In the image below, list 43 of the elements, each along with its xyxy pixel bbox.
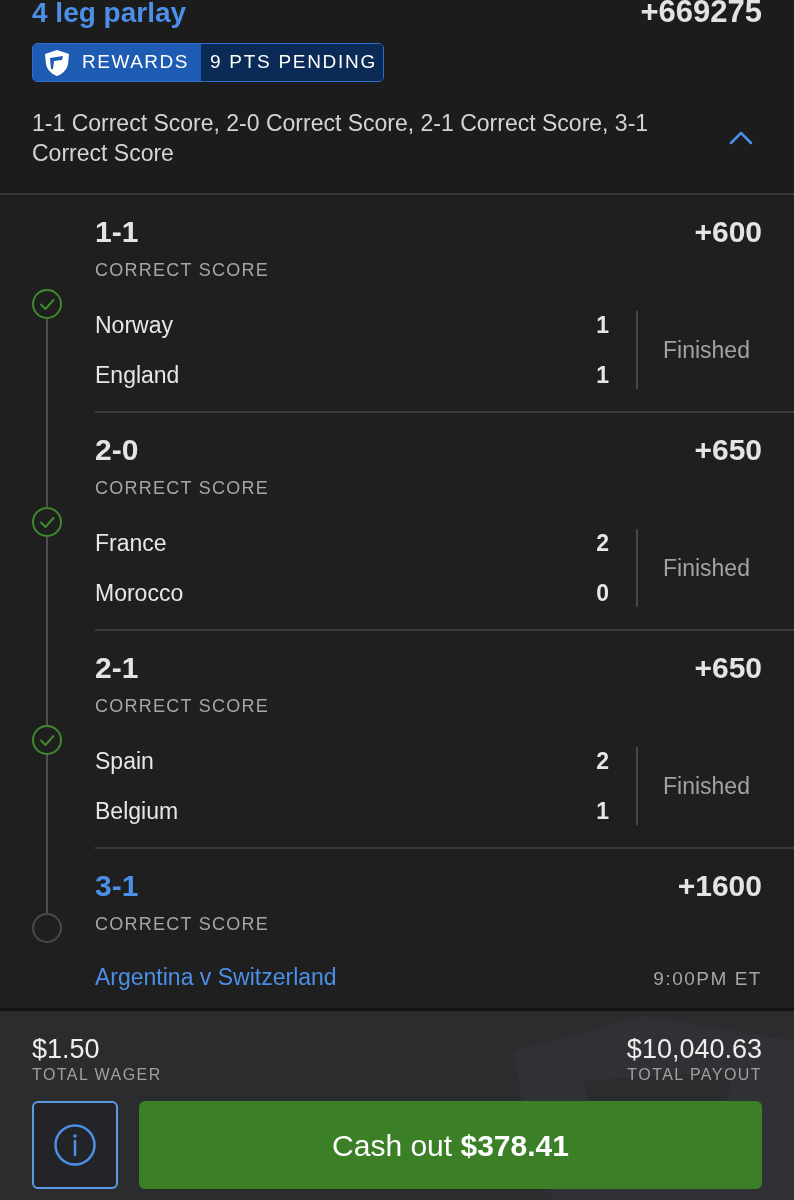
team-score: 1: [596, 797, 609, 825]
shield-logo-icon: [44, 48, 70, 77]
market-label: CORRECT SCORE: [95, 695, 270, 717]
info-icon: [54, 1124, 96, 1166]
total-payout-amount: $10,040.63: [626, 1033, 762, 1065]
leg-odds: +650: [694, 650, 762, 686]
team-name: Belgium: [95, 797, 179, 825]
start-time: 9:00PM ET: [653, 967, 762, 991]
leg-odds: +600: [694, 214, 762, 250]
team-name: England: [95, 361, 180, 389]
legs-summary: 1-1 Correct Score, 2-0 Correct Score, 2-1 Correct Score, 3-1 Correct Score: [32, 109, 650, 168]
team-score: 2: [596, 529, 609, 557]
team-name: Spain: [95, 747, 154, 775]
leg-odds: +650: [694, 432, 762, 468]
points-pending-label: 9 PTS PENDING: [210, 50, 377, 75]
team-score: 2: [596, 747, 609, 775]
team-name: Norway: [95, 311, 173, 339]
selection-title: 2-0: [95, 432, 139, 468]
market-label: CORRECT SCORE: [95, 913, 270, 935]
team-name: France: [95, 529, 167, 557]
selection-title: 2-1: [95, 650, 139, 686]
team-name: Morocco: [95, 579, 184, 607]
match-status: Finished: [663, 772, 750, 800]
chevron-up-icon[interactable]: [729, 131, 753, 145]
team-score: 1: [596, 311, 609, 339]
event-link[interactable]: Argentina v Switzerland: [95, 963, 337, 991]
match-status: Finished: [663, 336, 750, 364]
selection-title: 1-1: [95, 214, 139, 250]
parlay-odds: +669275: [640, 0, 762, 26]
market-label: CORRECT SCORE: [95, 477, 270, 499]
team-score: 0: [596, 579, 609, 607]
rewards-label: REWARDS: [82, 50, 190, 75]
total-wager-label: TOTAL WAGER: [32, 1065, 162, 1085]
total-wager-amount: $1.50: [32, 1033, 101, 1065]
info-button[interactable]: [32, 1101, 118, 1189]
leg-odds: +1600: [677, 868, 762, 904]
total-payout-label: TOTAL PAYOUT: [627, 1065, 762, 1085]
parlay-title: 4 leg parlay: [32, 0, 187, 27]
selection-title: 3-1: [95, 868, 139, 904]
match-status: Finished: [663, 554, 750, 582]
market-label: CORRECT SCORE: [95, 259, 270, 281]
cash-out-button[interactable]: Cash out $378.41: [139, 1101, 762, 1189]
team-score: 1: [596, 361, 609, 389]
